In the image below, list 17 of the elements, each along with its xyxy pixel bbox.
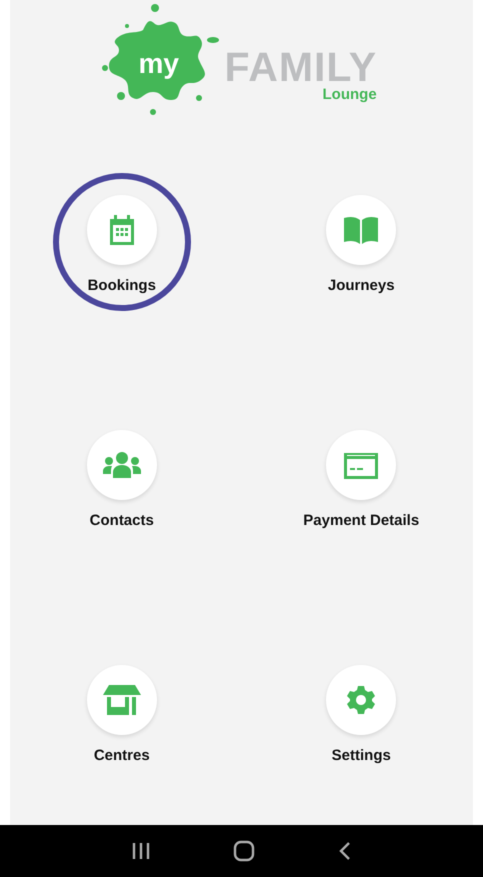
card-icon bbox=[344, 451, 378, 479]
book-icon bbox=[343, 216, 380, 244]
menu-label[interactable]: Bookings bbox=[88, 275, 156, 298]
shop-icon bbox=[102, 685, 141, 715]
home-icon[interactable] bbox=[233, 840, 256, 862]
menu-label[interactable]: Contacts bbox=[90, 510, 154, 532]
settings-icon bbox=[346, 685, 376, 715]
calendar-icon bbox=[108, 215, 136, 245]
back-icon[interactable] bbox=[338, 841, 352, 861]
logo-subtitle: Lounge bbox=[322, 87, 377, 102]
menu-label[interactable]: Journeys bbox=[328, 275, 395, 298]
recent-apps-icon[interactable] bbox=[131, 842, 152, 860]
menu-label[interactable]: Payment Details bbox=[303, 510, 420, 532]
menu-label[interactable]: Centres bbox=[94, 745, 150, 768]
logo-text: my bbox=[138, 50, 179, 78]
people-icon bbox=[102, 452, 141, 478]
menu-label[interactable]: Settings bbox=[332, 745, 391, 768]
